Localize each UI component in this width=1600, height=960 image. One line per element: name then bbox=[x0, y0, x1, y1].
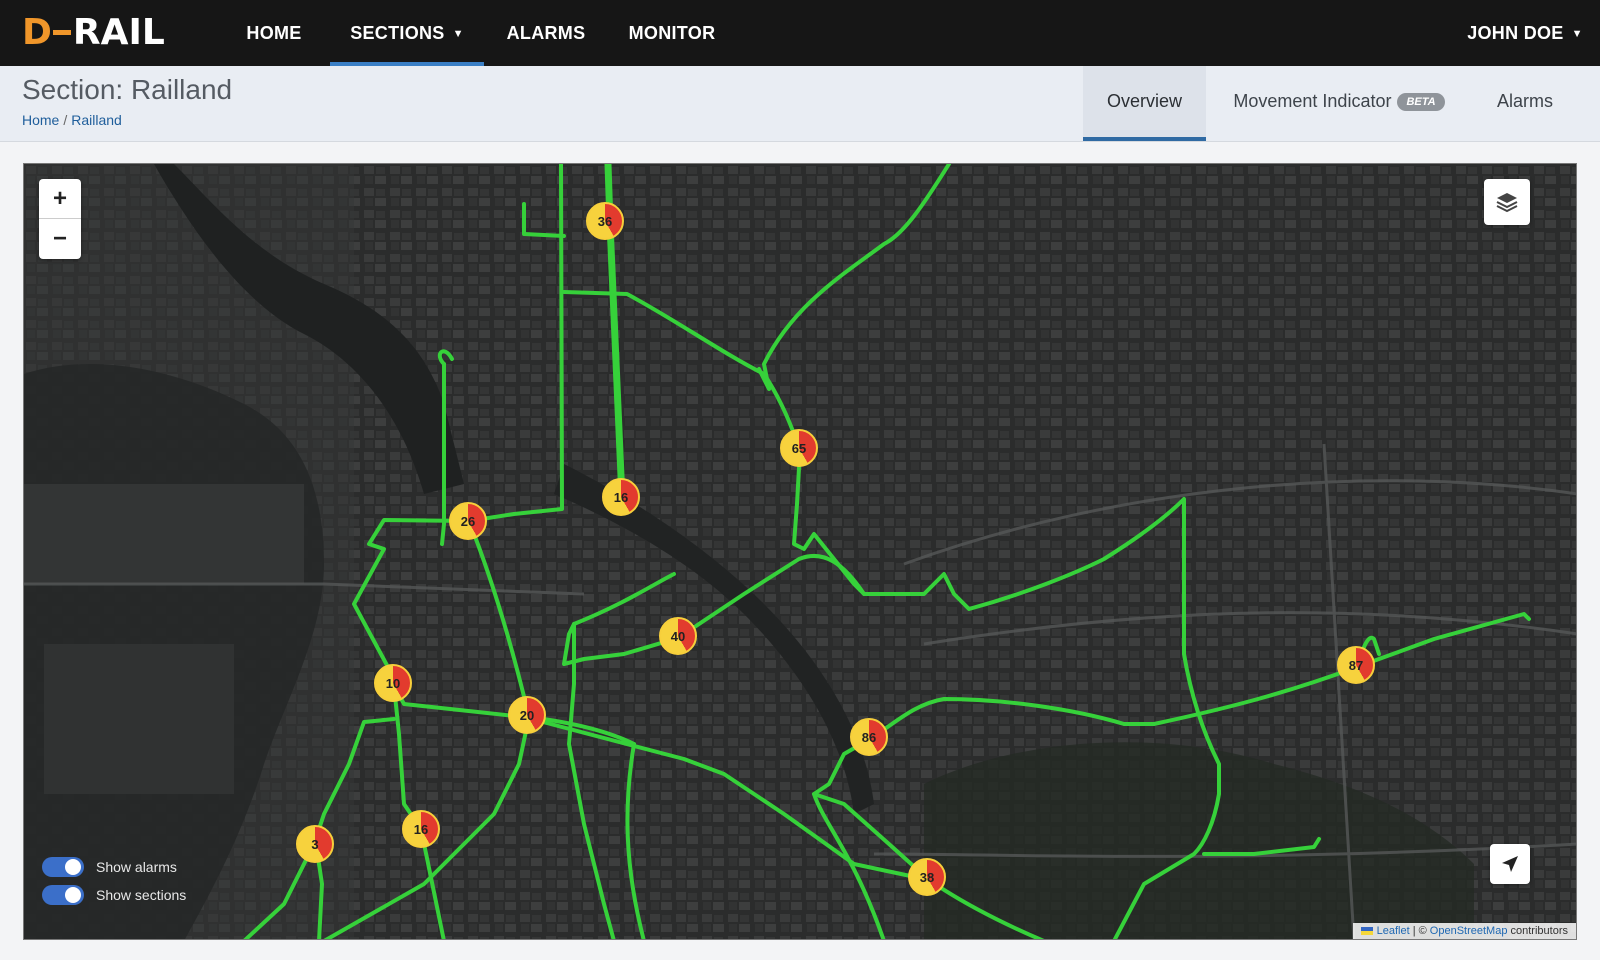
page-header: Section: Railland Home / Railland Overview… bbox=[0, 66, 1600, 142]
show-alarms-toggle[interactable] bbox=[42, 857, 84, 877]
logo-dash bbox=[52, 29, 71, 35]
attribution-separator: | © bbox=[1412, 925, 1427, 937]
show-alarms-row: Show alarms bbox=[42, 857, 177, 877]
locate-button[interactable] bbox=[1490, 844, 1530, 884]
osm-link[interactable]: OpenStreetMap bbox=[1430, 925, 1508, 937]
layers-icon bbox=[1496, 193, 1518, 213]
attribution-suffix: contributors bbox=[1510, 925, 1568, 937]
zoom-control: + − bbox=[39, 179, 81, 259]
user-name: JOHN DOE bbox=[1467, 23, 1564, 43]
leaflet-link[interactable]: Leaflet bbox=[1377, 925, 1410, 937]
breadcrumb-current[interactable]: Railland bbox=[71, 112, 122, 128]
zoom-in-button[interactable]: + bbox=[39, 179, 81, 219]
alarm-marker[interactable]: 20 bbox=[508, 696, 546, 734]
alarm-marker[interactable]: 36 bbox=[586, 202, 624, 240]
alarm-marker[interactable]: 26 bbox=[449, 502, 487, 540]
breadcrumb-separator: / bbox=[63, 112, 68, 128]
chevron-down-icon: ▼ bbox=[1571, 28, 1583, 40]
tab-alarms[interactable]: Alarms bbox=[1478, 66, 1572, 141]
breadcrumb: Home / Railland bbox=[22, 112, 122, 128]
map-tiles bbox=[24, 164, 1576, 939]
nav-home-label: HOME bbox=[246, 23, 302, 43]
breadcrumb-home[interactable]: Home bbox=[22, 112, 59, 128]
navigation-arrow-icon bbox=[1502, 856, 1518, 872]
user-menu[interactable]: JOHN DOE ▼ bbox=[1460, 0, 1590, 66]
alarm-marker[interactable]: 87 bbox=[1337, 646, 1375, 684]
layers-button[interactable] bbox=[1484, 179, 1530, 225]
show-sections-row: Show sections bbox=[42, 885, 186, 905]
page-title: Section: Railland bbox=[22, 74, 233, 105]
alarm-marker[interactable]: 10 bbox=[374, 664, 412, 702]
zoom-out-button[interactable]: − bbox=[39, 219, 81, 259]
alarm-count: 10 bbox=[385, 675, 401, 691]
nav-monitor[interactable]: MONITOR bbox=[616, 0, 728, 66]
tab-overview-label: Overview bbox=[1106, 91, 1182, 111]
logo-prefix: D bbox=[22, 11, 52, 53]
tab-movement-label: Movement Indicator bbox=[1233, 91, 1392, 111]
alarm-count: 16 bbox=[613, 489, 629, 505]
alarm-marker[interactable]: 40 bbox=[659, 617, 697, 655]
map-attribution: Leaflet | © OpenStreetMap contributors bbox=[1352, 923, 1576, 939]
nav-alarms[interactable]: ALARMS bbox=[496, 0, 596, 66]
alarm-marker[interactable]: 38 bbox=[908, 858, 946, 896]
chevron-down-icon: ▼ bbox=[452, 28, 464, 40]
beta-badge: BETA bbox=[1397, 93, 1445, 111]
nav-sections[interactable]: SECTIONS ▼ bbox=[330, 0, 484, 66]
alarm-count: 16 bbox=[413, 821, 429, 837]
alarm-marker[interactable]: 65 bbox=[780, 429, 818, 467]
nav-alarms-label: ALARMS bbox=[506, 23, 586, 43]
alarm-count: 40 bbox=[670, 628, 686, 644]
alarm-marker[interactable]: 16 bbox=[602, 478, 640, 516]
show-sections-label: Show sections bbox=[96, 887, 187, 903]
nav-sections-label: SECTIONS bbox=[350, 23, 445, 43]
logo-text: RAIL bbox=[72, 11, 165, 53]
show-sections-toggle[interactable] bbox=[42, 885, 84, 905]
alarm-marker[interactable]: 86 bbox=[850, 718, 888, 756]
alarm-count: 36 bbox=[597, 213, 613, 229]
alarm-count: 38 bbox=[919, 869, 935, 885]
alarm-marker[interactable]: 16 bbox=[402, 810, 440, 848]
map-view[interactable]: + − 36 65 16 26 40 10 20 86 87 16 3 38 S… bbox=[23, 163, 1577, 940]
tab-overview[interactable]: Overview bbox=[1083, 66, 1206, 141]
nav-monitor-label: MONITOR bbox=[628, 23, 716, 43]
flag-icon bbox=[1360, 927, 1373, 935]
show-alarms-label: Show alarms bbox=[96, 859, 177, 875]
alarm-count: 87 bbox=[1348, 657, 1364, 673]
tab-movement-indicator[interactable]: Movement Indicator BETA bbox=[1216, 66, 1462, 141]
alarm-count: 65 bbox=[791, 440, 807, 456]
alarm-count: 20 bbox=[519, 707, 535, 723]
top-navbar: D RAIL HOME SECTIONS ▼ ALARMS MONITOR JOH… bbox=[0, 0, 1600, 66]
alarm-count: 26 bbox=[460, 513, 476, 529]
app-logo[interactable]: D RAIL bbox=[22, 11, 165, 53]
alarm-count: 86 bbox=[861, 729, 877, 745]
alarm-count: 3 bbox=[311, 836, 319, 852]
alarm-marker[interactable]: 3 bbox=[296, 825, 334, 863]
nav-home[interactable]: HOME bbox=[230, 0, 318, 66]
tab-alarms-label: Alarms bbox=[1496, 91, 1553, 111]
